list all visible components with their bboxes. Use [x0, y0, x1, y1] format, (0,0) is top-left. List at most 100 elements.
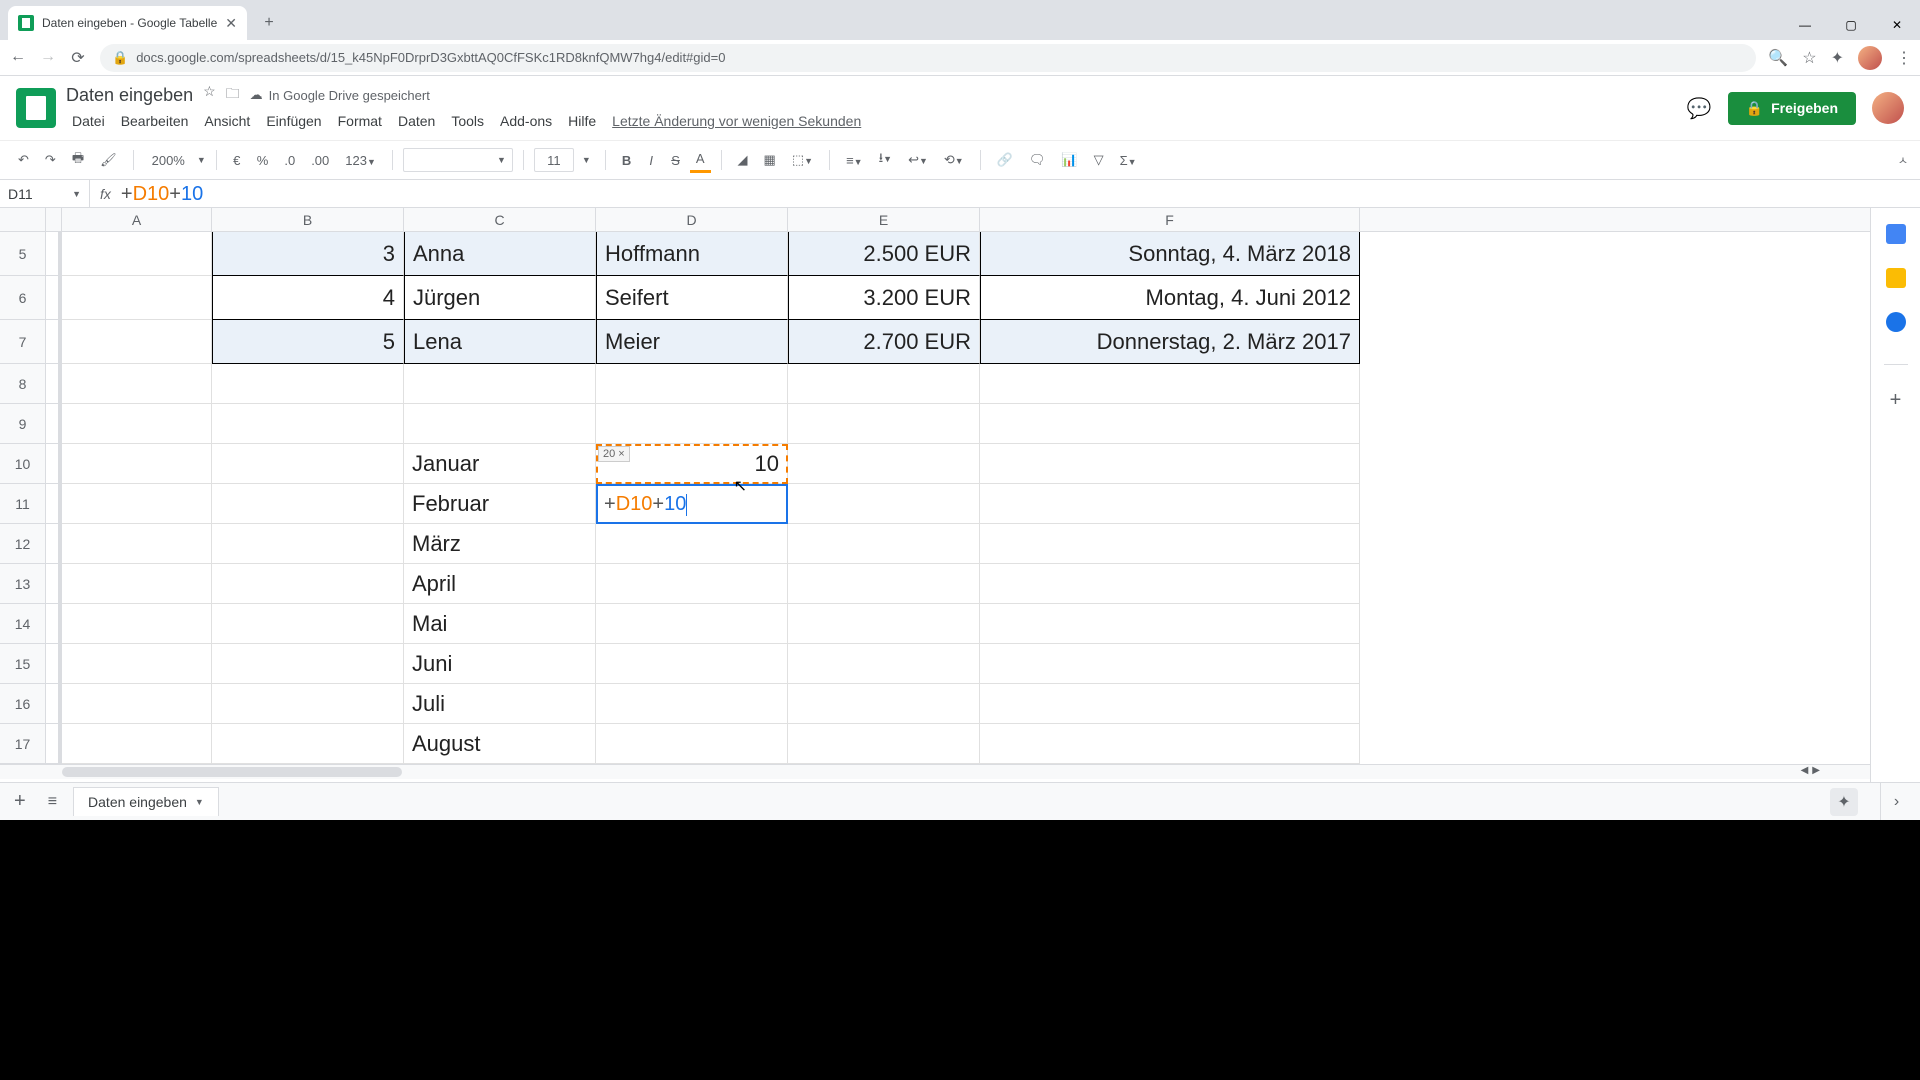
row-header-15[interactable]: 15	[0, 644, 46, 684]
font-size-input[interactable]: 11	[534, 148, 574, 172]
fill-color-button[interactable]: ◢	[732, 148, 754, 172]
cell-b6[interactable]: 4	[212, 276, 404, 320]
zoom-icon[interactable]: 🔍	[1768, 48, 1788, 68]
cell-f5[interactable]: Sonntag, 4. März 2018	[980, 232, 1360, 276]
cell-b5[interactable]: 3	[212, 232, 404, 276]
cell-c15[interactable]: Juni	[404, 644, 596, 684]
browser-menu-icon[interactable]: ⋮	[1896, 48, 1912, 68]
browser-tab[interactable]: Daten eingeben - Google Tabelle ✕	[8, 6, 247, 40]
functions-button[interactable]: Σ▼	[1114, 149, 1143, 172]
col-header-d[interactable]: D	[596, 208, 788, 231]
increase-decimal-button[interactable]: .00	[305, 149, 335, 172]
cell-c17[interactable]: August	[404, 724, 596, 764]
menu-format[interactable]: Format	[332, 109, 388, 133]
new-tab-button[interactable]: +	[255, 9, 283, 37]
chart-button[interactable]: 📊	[1055, 148, 1083, 172]
borders-button[interactable]: ▦	[758, 148, 782, 172]
sheet-tab-active[interactable]: Daten eingeben ▼	[73, 787, 219, 816]
comment-button[interactable]: 🗨	[1023, 148, 1052, 172]
move-doc-icon[interactable]: 🗀	[226, 83, 240, 107]
menu-ansicht[interactable]: Ansicht	[198, 109, 256, 133]
close-tab-icon[interactable]: ✕	[225, 15, 237, 32]
minimize-button[interactable]: —	[1782, 10, 1828, 40]
font-select[interactable]: ▼	[403, 148, 513, 172]
row-header-8[interactable]: 8	[0, 364, 46, 404]
row-header-13[interactable]: 13	[0, 564, 46, 604]
cell-d10[interactable]: 10	[596, 444, 788, 484]
cell-d7[interactable]: Meier	[596, 320, 788, 364]
cell-d11-active[interactable]: +D10+10 ↖	[596, 484, 788, 524]
menu-datei[interactable]: Datei	[66, 109, 111, 133]
undo-button[interactable]: ↶	[12, 148, 35, 172]
row-header-5[interactable]: 5	[0, 232, 46, 276]
show-side-panel-button[interactable]: ›	[1880, 783, 1912, 820]
cell-c13[interactable]: April	[404, 564, 596, 604]
col-header-e[interactable]: E	[788, 208, 980, 231]
row-header-10[interactable]: 10	[0, 444, 46, 484]
wrap-button[interactable]: ↩▼	[902, 148, 934, 172]
last-edit-link[interactable]: Letzte Änderung vor wenigen Sekunden	[606, 109, 867, 133]
link-button[interactable]: 🔗	[991, 148, 1019, 172]
account-avatar[interactable]	[1872, 92, 1904, 124]
cell-f6[interactable]: Montag, 4. Juni 2012	[980, 276, 1360, 320]
row-header-7[interactable]: 7	[0, 320, 46, 364]
cell-c11[interactable]: Februar	[404, 484, 596, 524]
menu-tools[interactable]: Tools	[445, 109, 490, 133]
url-field[interactable]: 🔒 docs.google.com/spreadsheets/d/15_k45N…	[100, 44, 1756, 72]
close-window-button[interactable]: ✕	[1874, 10, 1920, 40]
cell-f7[interactable]: Donnerstag, 2. März 2017	[980, 320, 1360, 364]
formula-input[interactable]: +D10+10	[121, 181, 203, 206]
cell-c10[interactable]: Januar	[404, 444, 596, 484]
back-button[interactable]: ←	[8, 48, 28, 68]
sheet-tab-menu-icon[interactable]: ▼	[195, 797, 204, 807]
row-header-11[interactable]: 11	[0, 484, 46, 524]
cell-a6[interactable]	[62, 276, 212, 320]
redo-button[interactable]: ↷	[39, 148, 62, 172]
format-currency-button[interactable]: €	[227, 149, 247, 172]
cell-c7[interactable]: Lena	[404, 320, 596, 364]
menu-einfuegen[interactable]: Einfügen	[260, 109, 327, 133]
paint-format-button[interactable]: 🖌	[94, 148, 123, 172]
forward-button[interactable]: →	[38, 48, 58, 68]
row-header-6[interactable]: 6	[0, 276, 46, 320]
scrollbar-thumb[interactable]	[62, 767, 402, 777]
text-color-button[interactable]: A	[690, 147, 711, 173]
add-addon-icon[interactable]: +	[1890, 389, 1902, 412]
col-header-b[interactable]: B	[212, 208, 404, 231]
cell-c5[interactable]: Anna	[404, 232, 596, 276]
extension-icon[interactable]: ✦	[1831, 48, 1844, 68]
filter-button[interactable]: ▽	[1088, 148, 1110, 172]
row-header-16[interactable]: 16	[0, 684, 46, 724]
cell-b7[interactable]: 5	[212, 320, 404, 364]
zoom-select[interactable]: 200%	[144, 149, 193, 172]
cell-a7[interactable]	[62, 320, 212, 364]
row-header-9[interactable]: 9	[0, 404, 46, 444]
horizontal-scrollbar[interactable]: ◀▶	[0, 764, 1870, 779]
bold-button[interactable]: B	[616, 149, 637, 172]
cell-reference-box[interactable]: D11 ▼	[0, 180, 90, 207]
menu-addons[interactable]: Add-ons	[494, 109, 558, 133]
cell-c14[interactable]: Mai	[404, 604, 596, 644]
halign-button[interactable]: ≡▼	[840, 149, 869, 172]
keep-icon[interactable]	[1886, 268, 1906, 288]
italic-button[interactable]: I	[641, 149, 661, 172]
all-sheets-button[interactable]: ≡	[42, 793, 63, 811]
cell-c12[interactable]: März	[404, 524, 596, 564]
cell-d6[interactable]: Seifert	[596, 276, 788, 320]
strike-button[interactable]: S	[665, 149, 686, 172]
star-icon[interactable]: ☆	[1802, 48, 1816, 68]
cell-c16[interactable]: Juli	[404, 684, 596, 724]
merge-button[interactable]: ⬚▼	[786, 148, 819, 172]
star-doc-icon[interactable]: ☆	[203, 83, 216, 107]
explore-button[interactable]: ✦	[1830, 788, 1858, 816]
tasks-icon[interactable]	[1886, 312, 1906, 332]
col-header-c[interactable]: C	[404, 208, 596, 231]
cell-e6[interactable]: 3.200 EUR	[788, 276, 980, 320]
share-button[interactable]: 🔒 Freigeben	[1728, 92, 1856, 125]
reload-button[interactable]: ⟳	[68, 48, 88, 68]
cell-e5[interactable]: 2.500 EUR	[788, 232, 980, 276]
cell-d5[interactable]: Hoffmann	[596, 232, 788, 276]
cell-c6[interactable]: Jürgen	[404, 276, 596, 320]
collapse-toolbar-button[interactable]: ㅅ	[1898, 152, 1908, 168]
rotate-button[interactable]: ⟲▼	[938, 148, 970, 172]
